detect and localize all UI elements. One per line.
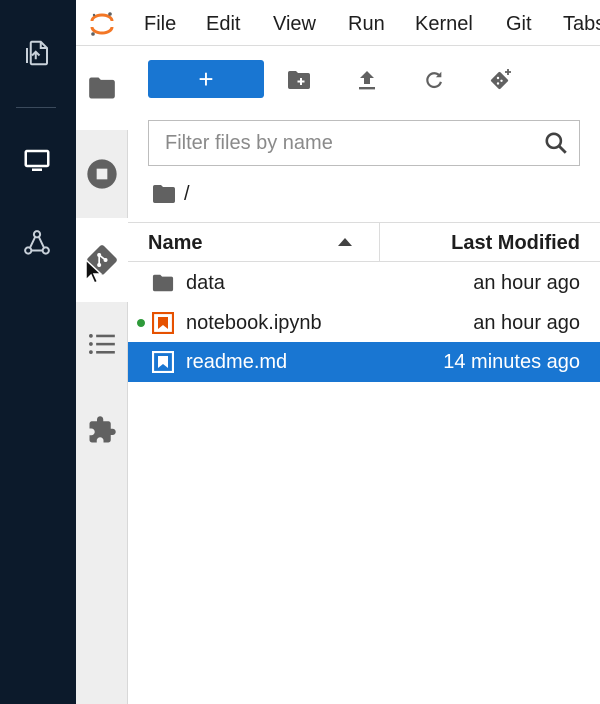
list-icon	[89, 333, 115, 355]
menu-file[interactable]: File	[144, 13, 176, 36]
collaboration-icon[interactable]	[20, 226, 54, 260]
menu-edit[interactable]: Edit	[206, 13, 240, 36]
column-header-name[interactable]: Name	[148, 232, 202, 255]
file-upload-icon[interactable]	[20, 36, 54, 70]
git-clone-icon[interactable]	[487, 66, 515, 94]
menu-run[interactable]: Run	[348, 13, 385, 36]
desktop-icon[interactable]	[20, 144, 54, 178]
outer-activity-rail	[0, 0, 76, 704]
file-modified: 14 minutes ago	[443, 351, 580, 373]
upload-icon[interactable]	[353, 66, 381, 94]
file-name: data	[186, 272, 225, 294]
folder-icon	[89, 77, 115, 99]
filter-files-input[interactable]	[149, 121, 529, 165]
menu-view[interactable]: View	[273, 13, 316, 36]
rail-divider	[16, 107, 56, 108]
sidebar-tab-toc[interactable]	[76, 302, 128, 386]
running-indicator	[137, 319, 145, 327]
file-row-readme[interactable]: readme.md 14 minutes ago	[128, 342, 600, 382]
column-divider[interactable]	[379, 223, 380, 261]
sidebar-tab-file-browser[interactable]	[76, 46, 128, 130]
menu-bar: File Edit View Run Kernel Git Tabs	[76, 0, 600, 46]
file-row-data[interactable]: data an hour ago	[128, 263, 600, 303]
column-header-last-modified[interactable]: Last Modified	[451, 232, 580, 255]
breadcrumb: /	[152, 182, 190, 206]
file-modified: an hour ago	[473, 272, 580, 294]
search-icon	[545, 132, 567, 154]
menu-git[interactable]: Git	[506, 13, 532, 36]
puzzle-icon	[89, 416, 116, 443]
menu-tabs[interactable]: Tabs	[563, 13, 600, 36]
sort-ascending-icon	[338, 238, 352, 246]
sidebar-tab-running[interactable]	[76, 132, 128, 216]
filter-box	[148, 120, 580, 166]
new-launcher-button[interactable]: +	[148, 60, 264, 98]
menu-kernel[interactable]: Kernel	[415, 13, 473, 36]
file-name: notebook.ipynb	[186, 312, 322, 334]
sidebar-tab-extensions[interactable]	[76, 388, 128, 472]
notebook-icon	[152, 312, 174, 334]
file-modified: an hour ago	[473, 312, 580, 334]
folder-icon	[152, 274, 174, 292]
home-folder-icon[interactable]	[152, 184, 176, 204]
left-sidebar	[76, 0, 128, 704]
new-folder-icon[interactable]	[285, 66, 313, 94]
markdown-icon	[152, 351, 174, 373]
file-list-header: Name Last Modified	[128, 222, 600, 262]
file-name: readme.md	[186, 351, 288, 373]
stop-circle-icon	[87, 159, 117, 189]
jupyter-logo-icon	[90, 12, 114, 36]
mouse-cursor-icon	[85, 258, 103, 285]
breadcrumb-path[interactable]: /	[184, 183, 190, 206]
file-row-notebook[interactable]: notebook.ipynb an hour ago	[128, 303, 600, 343]
refresh-icon[interactable]	[420, 66, 448, 94]
